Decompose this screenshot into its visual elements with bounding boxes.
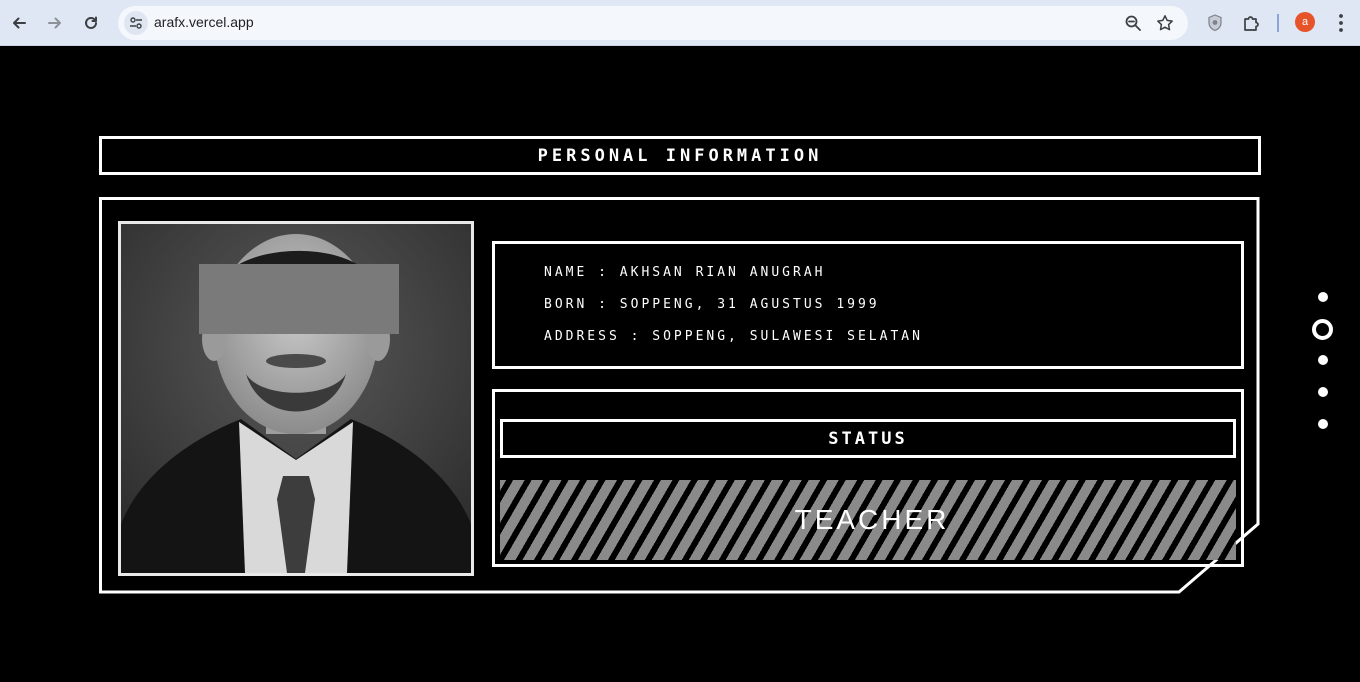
status-value: TEACHER <box>794 504 950 535</box>
status-heading-box: STATUS <box>500 419 1236 458</box>
address-bar[interactable]: arafx.vercel.app <box>118 6 1188 40</box>
status-value-box: TEACHER <box>500 480 1236 560</box>
more-menu-icon[interactable] <box>1332 12 1350 34</box>
portrait-image <box>121 224 471 573</box>
back-icon <box>13 17 26 29</box>
section-dot-5[interactable] <box>1318 419 1328 429</box>
section-dot-3[interactable] <box>1318 355 1328 365</box>
section-dot-nav <box>1310 291 1336 431</box>
forward-button[interactable] <box>41 9 69 37</box>
redaction-bar <box>199 264 399 334</box>
puzzle-extensions-icon[interactable] <box>1241 13 1261 33</box>
section-dot-1[interactable] <box>1318 292 1328 302</box>
url-text[interactable]: arafx.vercel.app <box>154 14 254 30</box>
info-panel: NAME : AKHSAN RIAN ANUGRAH BORN : SOPPEN… <box>492 241 1244 369</box>
site-info-button[interactable] <box>124 11 148 35</box>
page-title: PERSONAL INFORMATION <box>537 145 823 166</box>
section-dot-4[interactable] <box>1318 387 1328 397</box>
info-name: NAME : AKHSAN RIAN ANUGRAH <box>544 265 826 280</box>
profile-avatar[interactable]: a <box>1295 12 1315 32</box>
bookmark-star-icon[interactable] <box>1156 14 1174 32</box>
page-title-box: PERSONAL INFORMATION <box>99 136 1261 175</box>
reload-icon <box>85 16 97 29</box>
info-born: BORN : SOPPENG, 31 AGUSTUS 1999 <box>544 297 880 312</box>
zoom-icon[interactable] <box>1124 14 1142 32</box>
site-info-icon <box>130 17 142 29</box>
profile-photo <box>118 221 474 576</box>
back-button[interactable] <box>5 9 33 37</box>
section-dot-2-active[interactable] <box>1312 319 1333 340</box>
reload-button[interactable] <box>77 9 105 37</box>
info-address: ADDRESS : SOPPENG, SULAWESI SELATAN <box>544 329 923 344</box>
browser-toolbar: arafx.vercel.app a <box>0 0 1360 46</box>
shield-extension-icon[interactable] <box>1205 13 1225 33</box>
toolbar-divider <box>1277 14 1279 32</box>
forward-icon <box>48 17 61 29</box>
status-heading: STATUS <box>828 428 908 449</box>
page-viewport: PERSONAL INFORMATION NAME: AKHSAN RIAN … <box>0 47 1360 682</box>
